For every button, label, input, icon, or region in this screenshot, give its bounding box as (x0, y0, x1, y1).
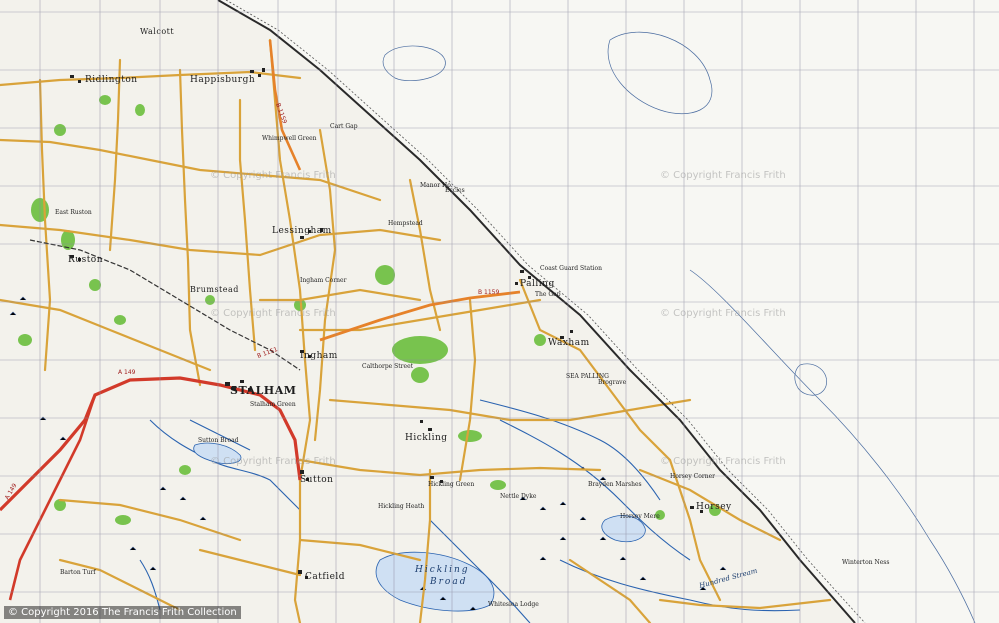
town-label-ingham: Ingham (300, 351, 338, 361)
place-label-whimpwell: Whimpwell Green (262, 135, 317, 142)
place-label-bryants-marshes: Brayden Marshes (588, 481, 642, 488)
town-label-sutton: Sutton (300, 475, 333, 485)
road-number-b1151: B 1151 (256, 346, 279, 360)
place-label-hickling-green: Hickling Green (428, 481, 474, 488)
place-label-nettle: Nettle Dyke (500, 493, 537, 500)
copyright-notice: © Copyright 2016 The Francis Frith Colle… (4, 606, 241, 619)
place-label-hickling-heath: Hickling Heath (378, 503, 424, 510)
place-label-horsey-mere: Horsey Mere (620, 513, 660, 520)
place-label-horsey-corner: Horsey Corner (670, 473, 715, 480)
place-label-hempstead: Hempstead (388, 220, 423, 227)
water-label-broad: Broad (429, 577, 467, 587)
watermark: © Copyright Francis Frith (660, 170, 786, 181)
town-label-ruston: Ruston (68, 255, 103, 265)
road-number-b1159: B 1159 (478, 289, 499, 296)
place-label-the-gap: The Gap (535, 291, 561, 298)
place-label-calthorpe: Calthorpe Street (362, 363, 414, 370)
town-label-hickling: Hickling (405, 433, 448, 443)
place-label-brograve: Brograve (598, 379, 627, 386)
town-label-stalham: STALHAM (230, 384, 296, 397)
place-label-barton-turf: Barton Turf (60, 569, 96, 576)
town-label-lessingham: Lessingham (272, 226, 332, 236)
watermark: © Copyright Francis Frith (660, 308, 786, 319)
place-label-ingham-corner: Ingham Corner (300, 277, 347, 284)
place-label-coast-guard: Coast Guard Station (540, 265, 602, 272)
place-label-east-ruston: East Ruston (55, 209, 92, 216)
place-label-cart-gap: Cart Gap (330, 123, 358, 130)
map-canvas: STALHAM Happisburgh Ridlington Lessingha… (0, 0, 999, 623)
town-label-brumstead: Brumstead (190, 285, 239, 294)
town-label-palling: Palling (520, 279, 555, 289)
watermark: © Copyright Francis Frith (210, 170, 336, 181)
place-label-sutton-broad: Sutton Broad (198, 437, 239, 444)
road-number-a149: A 149 (118, 369, 136, 376)
water-label-hundred-stream: Hundred Stream (697, 567, 758, 591)
town-label-happisburgh: Happisburgh (190, 75, 255, 85)
water-label-hickling: Hickling (414, 565, 470, 575)
place-label-stalham-green: Stalham Green (250, 401, 296, 408)
town-label-walcott: Walcott (140, 27, 174, 36)
town-label-waxham: Waxham (548, 338, 590, 348)
a-road (0, 376, 302, 512)
place-label-whiteslea: Whiteslea Lodge (488, 601, 539, 608)
watermark: © Copyright Francis Frith (660, 456, 786, 467)
town-label-catfield: Catfield (305, 572, 345, 582)
place-label-winterton-ness: Winterton Ness (842, 559, 889, 566)
town-label-horsey: Horsey (696, 502, 732, 512)
watermark: © Copyright Francis Frith (210, 456, 336, 467)
place-label-manor-ho: Manor Ho. (420, 182, 453, 189)
watermark: © Copyright Francis Frith (210, 308, 336, 319)
town-label-ridlington: Ridlington (85, 75, 138, 85)
map-viewport[interactable]: STALHAM Happisburgh Ridlington Lessingha… (0, 0, 999, 623)
